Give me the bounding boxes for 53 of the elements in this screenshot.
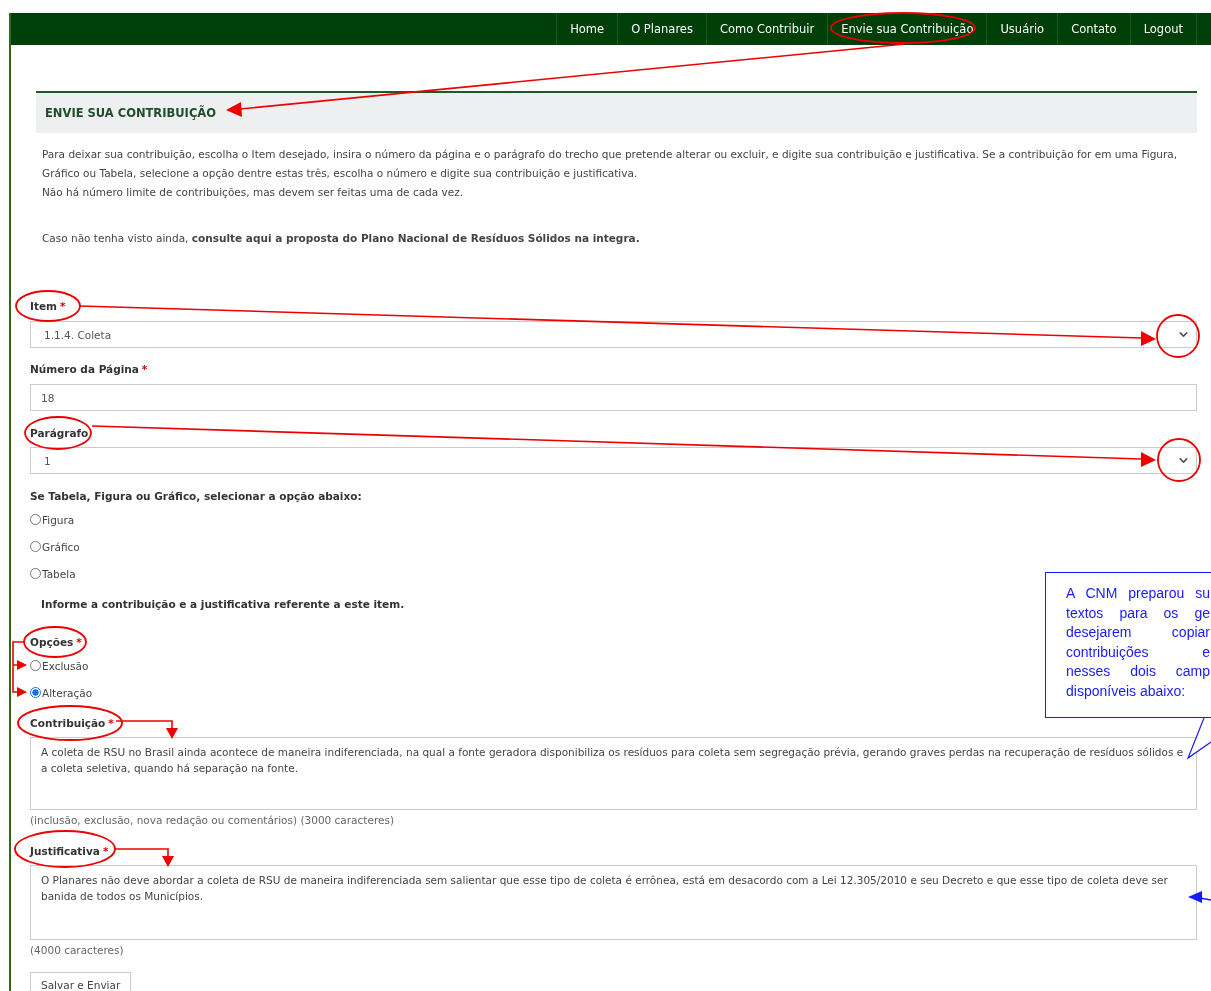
highlight-ellipse bbox=[15, 290, 81, 322]
intro-text: Para deixar sua contribuição, escolha o Item desejado, insira o número da página e o parágrafo do trecho que pretende alterar ou excluir, e digite sua contribuição e justificativa. Se a contribuição for em uma Figura, Gráfico ou Tabela, selecione a opção dentre estas três, escolha o número e digite sua contribuição e justificativa. bbox=[42, 147, 1179, 181]
intro-text: Caso não tenha visto ainda, consulte aqui a proposta do Plano Nacional de Resíduos Sólidos na integra. bbox=[42, 231, 641, 246]
nav-link[interactable]: Como Contribuir bbox=[705, 13, 828, 45]
text-area[interactable]: O Planares não deve abordar a coleta de RSU de maneira indiferenciada sem salientar que esse tipo de coleta é errônea, está em desacordo com a Lei 12.305/2010 e seu Decreto e que esse tipo de coleta deve ser banida de todos os Municípios. bbox=[30, 865, 1197, 940]
nav-link[interactable]: Contato bbox=[1057, 13, 1130, 45]
highlight-ellipse bbox=[1156, 314, 1200, 358]
radio-label: Gráfico bbox=[42, 540, 80, 553]
info-text: Informe a contribuição e a justificativa referente a este item. bbox=[41, 597, 405, 612]
highlight-ellipse bbox=[1157, 438, 1201, 482]
field-label: Item bbox=[30, 300, 57, 312]
radio-button[interactable] bbox=[30, 660, 41, 671]
annotation-arrow bbox=[114, 848, 174, 867]
radio-label: Figura bbox=[42, 513, 75, 526]
radio-label: Tabela bbox=[42, 567, 76, 580]
required-mark: * bbox=[108, 717, 114, 729]
nav-link[interactable]: Home bbox=[556, 13, 618, 45]
field-label: Justificativa bbox=[30, 845, 100, 857]
nav-link[interactable]: Envie sua Contribuição bbox=[827, 13, 987, 45]
select-field[interactable]: 1 bbox=[30, 447, 1197, 474]
panel-title: ENVIE SUA CONTRIBUIÇÃO bbox=[45, 106, 216, 120]
radio-label: Alteração bbox=[42, 686, 93, 699]
intro-text: Não há número limite de contribuições, mas devem ser feitas uma de cada vez. bbox=[42, 185, 465, 200]
annotation-arrow bbox=[1188, 891, 1211, 903]
radio-button[interactable] bbox=[30, 541, 41, 552]
required-mark: * bbox=[60, 300, 66, 312]
radio-label: Exclusão bbox=[42, 659, 89, 672]
callout-box: A CNM preparou su textos para os ge desejarem copiar contribuições e nesses dois camp disponíveis abaixo: bbox=[1045, 572, 1211, 718]
input-field[interactable]: 18 bbox=[30, 384, 1197, 411]
field-label: Parágrafo bbox=[30, 427, 89, 439]
nav-link[interactable]: Usuário bbox=[986, 13, 1058, 45]
highlight-ellipse bbox=[23, 626, 87, 658]
hint-text: (4000 caracteres) bbox=[30, 943, 124, 958]
field-label: Contribuição bbox=[30, 717, 106, 729]
annotation-arrow bbox=[12, 641, 27, 697]
nav-link[interactable]: Logout bbox=[1129, 13, 1197, 45]
required-mark: * bbox=[141, 363, 148, 375]
radio-button[interactable] bbox=[30, 687, 41, 698]
text-area[interactable]: A coleta de RSU no Brasil ainda acontece de maneira indiferenciada, na qual a fonte geradora disponibiliza os resíduos para coleta sem segregação prévia, gerando graves perdas na recuperação de resíduos sólidos e a coleta seletiva, quando há separação na fonte. bbox=[30, 737, 1197, 810]
submit-button[interactable]: Salvar e Enviar bbox=[30, 972, 132, 991]
hint-text: (inclusão, exclusão, nova redação ou comentários) (3000 caracteres) bbox=[30, 813, 394, 828]
field-label: Se Tabela, Figura ou Gráfico, selecionar a opção abaixo: bbox=[30, 490, 362, 502]
radio-button[interactable] bbox=[30, 514, 41, 525]
required-mark: * bbox=[102, 845, 109, 857]
radio-button[interactable] bbox=[30, 568, 41, 579]
field-label: Número da Página bbox=[30, 363, 139, 375]
nav-link[interactable]: O Planares bbox=[617, 13, 706, 45]
required-mark: * bbox=[76, 636, 82, 648]
field-label: Opções bbox=[30, 636, 74, 648]
annotation-arrow bbox=[115, 720, 178, 739]
highlight-ellipse bbox=[24, 416, 92, 450]
callout-tail bbox=[1186, 717, 1211, 760]
select-field[interactable]: 1.1.4. Coleta bbox=[30, 321, 1197, 348]
